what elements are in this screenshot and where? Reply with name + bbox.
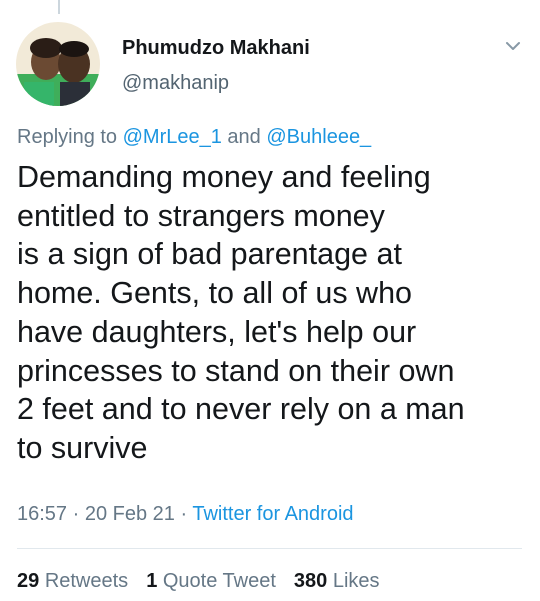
replying-to: Replying to @MrLee_1 and @Buhleee_ <box>17 126 371 149</box>
meta-separator: · <box>174 503 193 525</box>
replying-and: and <box>221 126 267 148</box>
quote-tweets-stat[interactable]: 1 Quote Tweet <box>146 570 276 592</box>
tweet-date: 20 Feb 21 <box>84 503 175 525</box>
likes-stat[interactable]: 380 Likes <box>294 570 380 592</box>
quotes-count: 1 <box>146 570 158 592</box>
divider <box>17 548 522 549</box>
engagement-stats: 29 Retweets 1 Quote Tweet 380 Likes <box>17 570 380 593</box>
likes-label: Likes <box>332 570 380 592</box>
tweet-text: Demanding money and feeling entitled to … <box>17 160 465 465</box>
avatar[interactable] <box>16 22 100 106</box>
retweets-stat[interactable]: 29 Retweets <box>17 570 128 592</box>
retweets-label: Retweets <box>44 570 129 592</box>
tweet-source-link[interactable]: Twitter for Android <box>192 503 353 525</box>
thread-connector-line <box>58 0 60 14</box>
reply-mention-link[interactable]: @MrLee_1 <box>123 126 222 148</box>
replying-prefix: Replying to <box>17 126 123 148</box>
retweets-count: 29 <box>17 570 40 592</box>
chevron-down-icon[interactable] <box>502 35 524 57</box>
likes-count: 380 <box>293 570 328 592</box>
author-handle[interactable]: @makhanip <box>122 72 229 95</box>
quotes-label: Quote Tweet <box>162 570 276 592</box>
tweet-time: 16:57 <box>17 503 68 525</box>
tweet-meta: 16:57 · 20 Feb 21 · Twitter for Android <box>17 503 354 526</box>
meta-separator: · <box>67 503 85 525</box>
reply-mention-link[interactable]: @Buhleee_ <box>266 126 371 148</box>
author-name[interactable]: Phumudzo Makhani <box>122 37 310 60</box>
